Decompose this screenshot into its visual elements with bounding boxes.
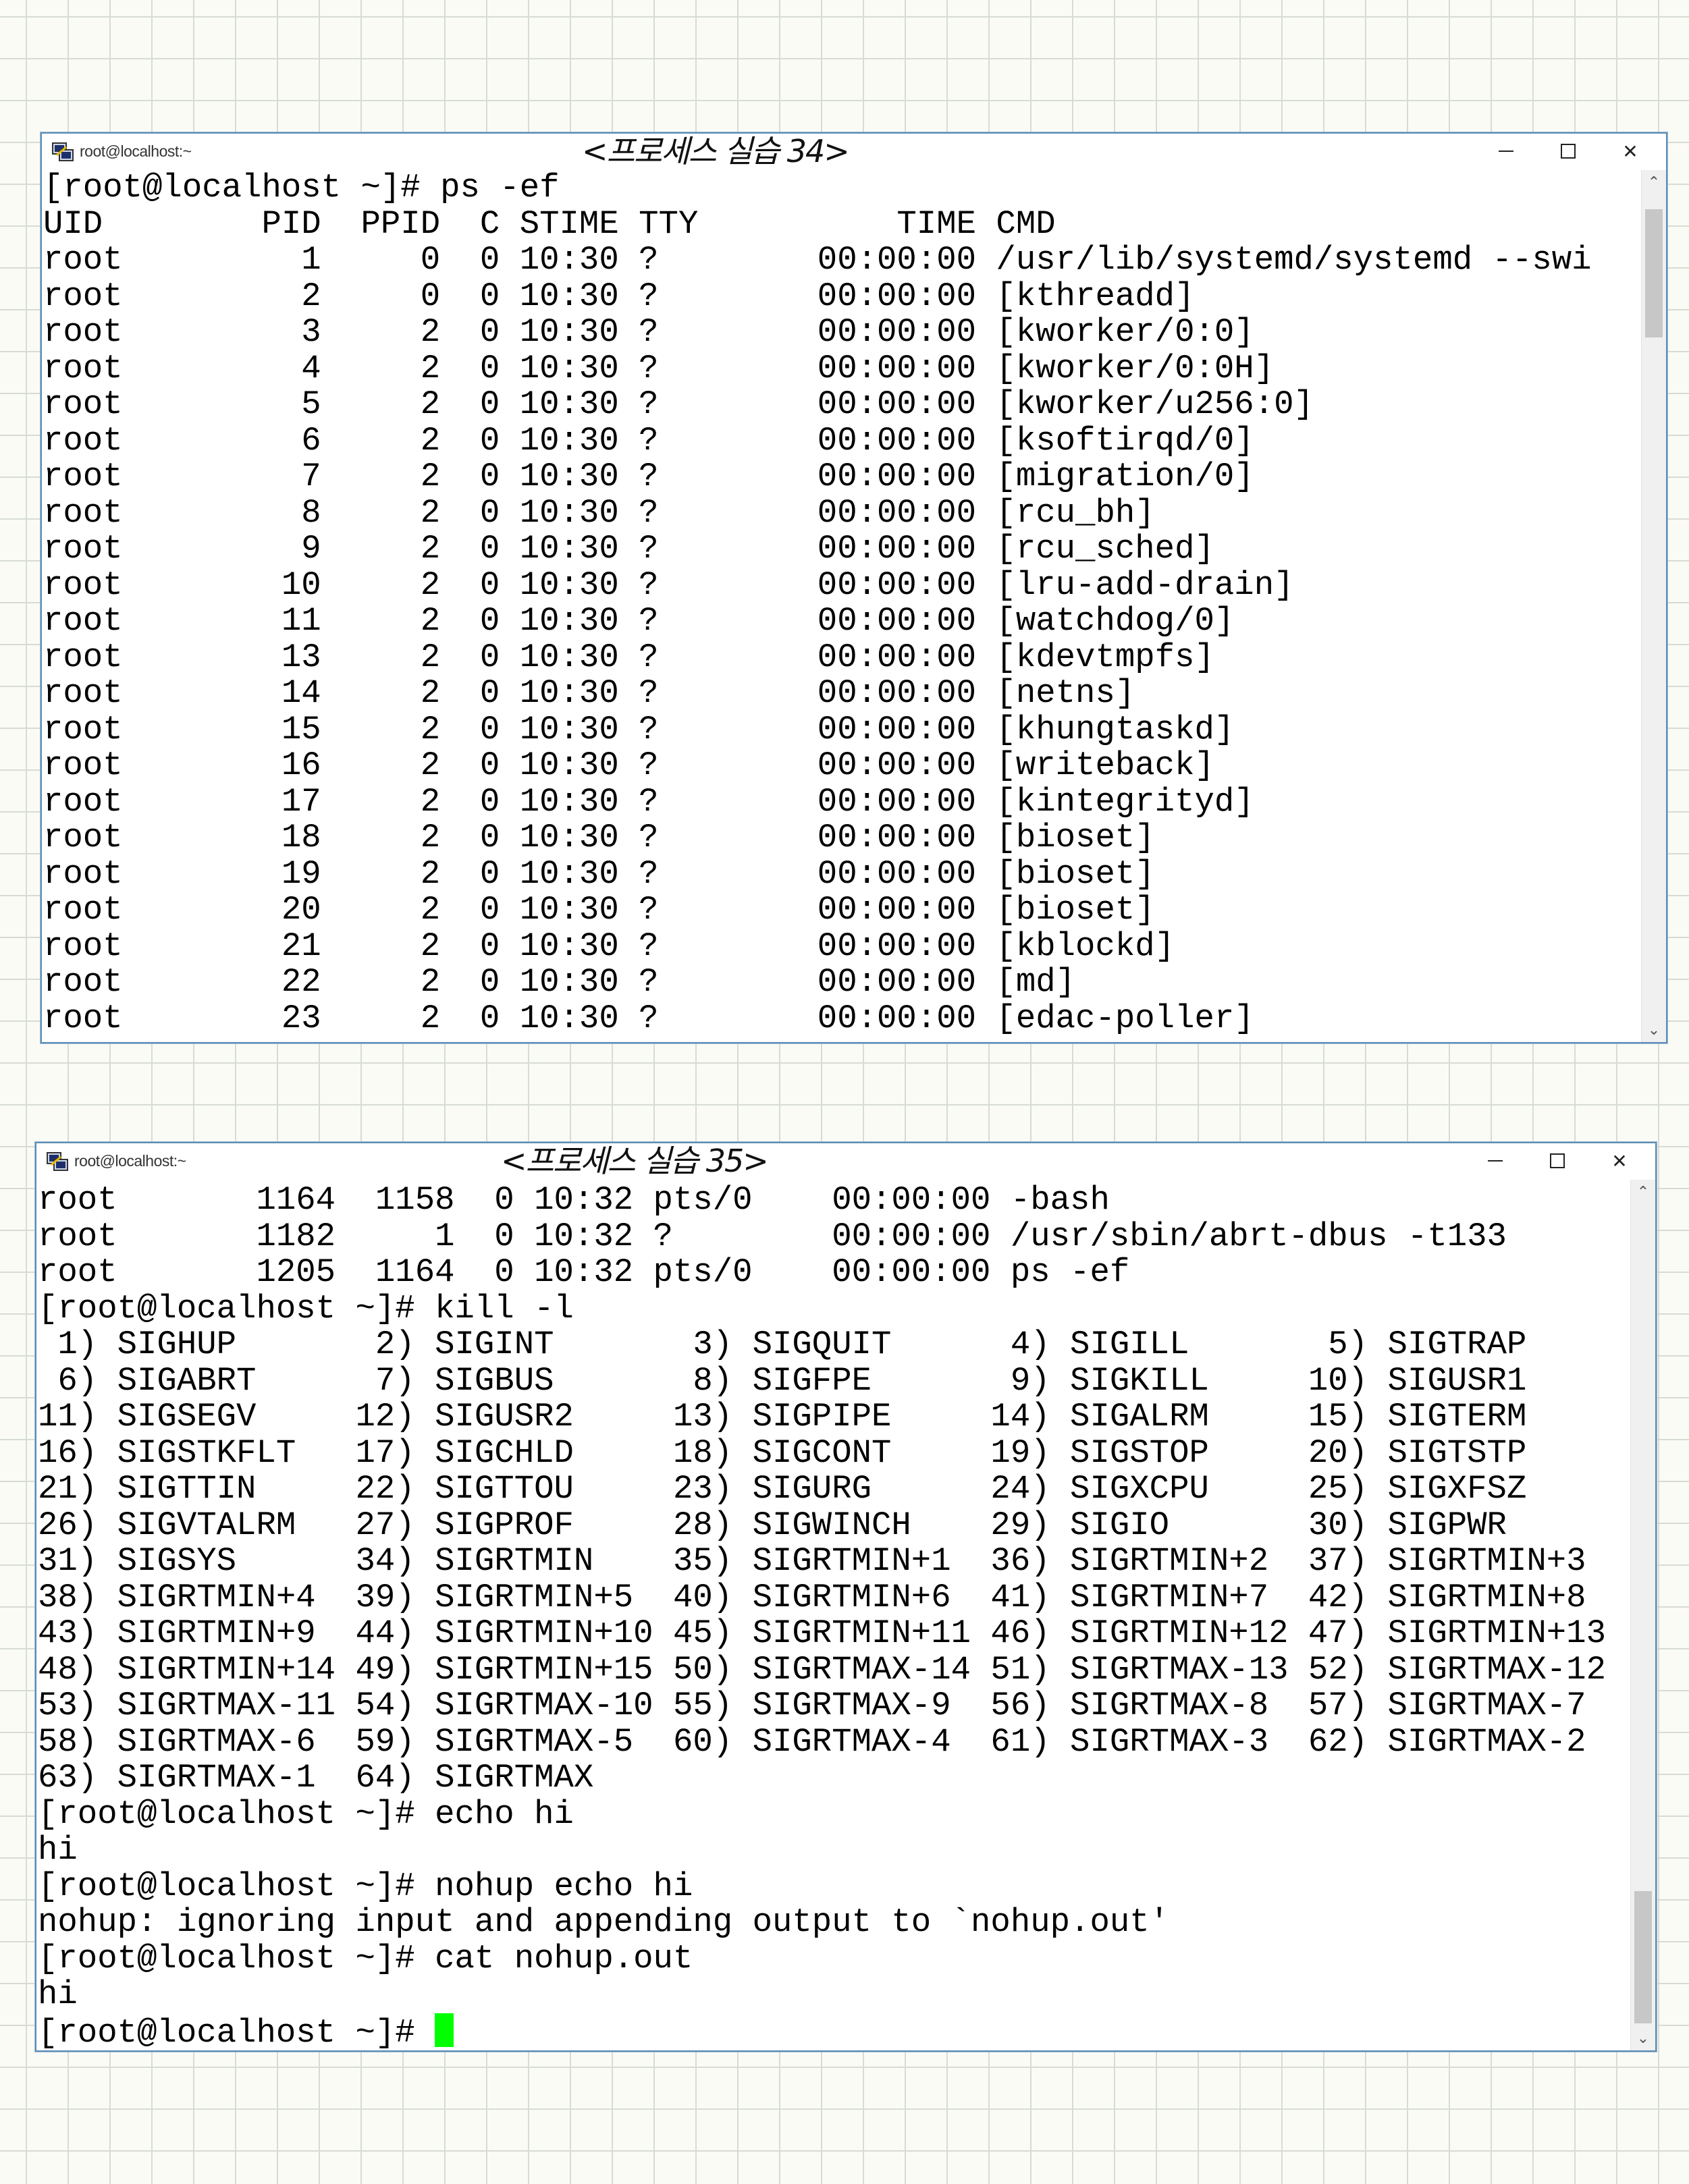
- minimize-button[interactable]: [1472, 1147, 1519, 1174]
- terminal-line: root 4 2 0 10:30 ? 00:00:00 [kworker/0:0…: [43, 349, 1275, 387]
- terminal-line: root 1182 1 0 10:32 ? 00:00:00 /usr/sbin…: [38, 1217, 1507, 1255]
- handwritten-annotation: <프로세스 실습 35>: [501, 1143, 769, 1179]
- terminal-line: [root@localhost ~]# kill -l: [38, 1289, 574, 1328]
- terminal-line: root 11 2 0 10:30 ? 00:00:00 [watchdog/0…: [43, 602, 1235, 640]
- terminal-line: root 14 2 0 10:30 ? 00:00:00 [netns]: [43, 674, 1135, 712]
- scroll-up-icon[interactable]: ⌃: [1631, 1180, 1655, 1204]
- terminal-line: hi: [38, 1975, 78, 2013]
- terminal-line: root 10 2 0 10:30 ? 00:00:00 [lru-add-dr…: [43, 566, 1294, 604]
- terminal-line: root 3 2 0 10:30 ? 00:00:00 [kworker/0:0…: [43, 313, 1254, 351]
- terminal-line: root 16 2 0 10:30 ? 00:00:00 [writeback]: [43, 746, 1214, 784]
- terminal-line: root 21 2 0 10:30 ? 00:00:00 [kblockd]: [43, 927, 1175, 965]
- terminal-line: UID PID PPID C STIME TTY TIME CMD: [43, 204, 1056, 243]
- title-bar[interactable]: root@localhost:~ <프로세스 실습 34> ✕: [42, 133, 1666, 170]
- terminal-line: root 20 2 0 10:30 ? 00:00:00 [bioset]: [43, 891, 1155, 929]
- window-title: root@localhost:~: [80, 142, 192, 160]
- terminal-line: 58) SIGRTMAX-6 59) SIGRTMAX-5 60) SIGRTM…: [38, 1722, 1586, 1761]
- terminal-line: 63) SIGRTMAX-1 64) SIGRTMAX: [38, 1759, 594, 1797]
- close-button[interactable]: ✕: [1607, 138, 1654, 165]
- terminal-line: root 9 2 0 10:30 ? 00:00:00 [rcu_sched]: [43, 530, 1214, 568]
- terminal-line: root 5 2 0 10:30 ? 00:00:00 [kworker/u25…: [43, 385, 1314, 423]
- scrollbar-thumb[interactable]: [1634, 1891, 1652, 2023]
- terminal-output[interactable]: [root@localhost ~]# ps -ef UID PID PPID C…: [43, 170, 1640, 1041]
- terminal-line: 21) SIGTTIN 22) SIGTTOU 23) SIGURG 24) S…: [38, 1470, 1527, 1508]
- terminal-line: root 6 2 0 10:30 ? 00:00:00 [ksoftirqd/0…: [43, 421, 1254, 460]
- terminal-line: nohup: ignoring input and appending outp…: [38, 1903, 1170, 1941]
- terminal-line: root 2 0 0 10:30 ? 00:00:00 [kthreadd]: [43, 277, 1195, 315]
- terminal-line: 38) SIGRTMIN+4 39) SIGRTMIN+5 40) SIGRTM…: [38, 1578, 1586, 1616]
- terminal-window-2: root@localhost:~ <프로세스 실습 35> ✕ root 116…: [35, 1142, 1657, 2052]
- terminal-line: 53) SIGRTMAX-11 54) SIGRTMAX-10 55) SIGR…: [38, 1687, 1586, 1724]
- terminal-line: root 19 2 0 10:30 ? 00:00:00 [bioset]: [43, 854, 1155, 893]
- putty-icon: [52, 142, 74, 161]
- close-icon: ✕: [1611, 1149, 1628, 1172]
- scroll-down-icon[interactable]: ⌄: [1642, 1018, 1666, 1042]
- terminal-line: root 18 2 0 10:30 ? 00:00:00 [bioset]: [43, 819, 1155, 856]
- terminal-line: 1) SIGHUP 2) SIGINT 3) SIGQUIT 4) SIGILL…: [38, 1326, 1527, 1363]
- vertical-scrollbar[interactable]: ⌃ ⌄: [1630, 1180, 1655, 2050]
- terminal-line: root 15 2 0 10:30 ? 00:00:00 [khungtaskd…: [43, 710, 1235, 748]
- title-bar[interactable]: root@localhost:~ <프로세스 실습 35> ✕: [36, 1143, 1655, 1180]
- terminal-line: [root@localhost ~]# ps -ef: [43, 170, 560, 207]
- terminal-line: 11) SIGSEGV 12) SIGUSR2 13) SIGPIPE 14) …: [38, 1398, 1527, 1436]
- terminal-line: [root@localhost ~]# nohup echo hi: [38, 1867, 693, 1905]
- terminal-line: root 13 2 0 10:30 ? 00:00:00 [kdevtmpfs]: [43, 638, 1214, 676]
- scrollbar-thumb[interactable]: [1645, 209, 1663, 337]
- handwritten-annotation: <프로세스 실습 34>: [582, 133, 850, 169]
- terminal-line: root 1205 1164 0 10:32 pts/0 00:00:00 ps…: [38, 1253, 1130, 1291]
- minimize-icon: [1488, 1160, 1503, 1162]
- terminal-line: 26) SIGVTALRM 27) SIGPROF 28) SIGWINCH 2…: [38, 1506, 1507, 1544]
- terminal-line: 48) SIGRTMIN+14 49) SIGRTMIN+15 50) SIGR…: [38, 1650, 1606, 1689]
- prompt-text: [root@localhost ~]#: [38, 2013, 435, 2049]
- maximize-button[interactable]: [1545, 138, 1592, 165]
- terminal-line: 43) SIGRTMIN+9 44) SIGRTMIN+10 45) SIGRT…: [38, 1614, 1606, 1652]
- text-cursor: [435, 2013, 454, 2047]
- maximize-icon: [1561, 144, 1576, 159]
- terminal-window-1: root@localhost:~ <프로세스 실습 34> ✕ [root@lo…: [41, 132, 1667, 1043]
- close-button[interactable]: ✕: [1596, 1147, 1643, 1174]
- terminal-line: root 17 2 0 10:30 ? 00:00:00 [kintegrity…: [43, 782, 1254, 821]
- terminal-line: 6) SIGABRT 7) SIGBUS 8) SIGFPE 9) SIGKIL…: [38, 1361, 1527, 1400]
- terminal-output[interactable]: root 1164 1158 0 10:32 pts/0 00:00:00 -b…: [38, 1182, 1630, 2049]
- terminal-line: 16) SIGSTKFLT 17) SIGCHLD 18) SIGCONT 19…: [38, 1434, 1527, 1472]
- terminal-line: root 1 0 0 10:30 ? 00:00:00 /usr/lib/sys…: [43, 241, 1592, 279]
- terminal-line: 31) SIGSYS 34) SIGRTMIN 35) SIGRTMIN+1 3…: [38, 1542, 1586, 1580]
- terminal-line: [root@localhost ~]# echo hi: [38, 1795, 574, 1833]
- vertical-scrollbar[interactable]: ⌃ ⌄: [1641, 170, 1666, 1042]
- terminal-line: root 1164 1158 0 10:32 pts/0 00:00:00 -b…: [38, 1182, 1110, 1219]
- terminal-line: root 22 2 0 10:30 ? 00:00:00 [md]: [43, 963, 1076, 1001]
- terminal-line: root 8 2 0 10:30 ? 00:00:00 [rcu_bh]: [43, 493, 1155, 532]
- window-title: root@localhost:~: [74, 1152, 186, 1170]
- terminal-line: root 23 2 0 10:30 ? 00:00:00 [edac-polle…: [43, 999, 1254, 1037]
- terminal-line: [root@localhost ~]# cat nohup.out: [38, 1939, 693, 1977]
- close-icon: ✕: [1622, 140, 1638, 163]
- terminal-line: root 7 2 0 10:30 ? 00:00:00 [migration/0…: [43, 458, 1254, 495]
- scroll-up-icon[interactable]: ⌃: [1642, 170, 1666, 194]
- terminal-prompt-line: [root@localhost ~]#: [38, 2013, 1630, 2049]
- scroll-down-icon[interactable]: ⌄: [1631, 2026, 1655, 2050]
- minimize-button[interactable]: [1482, 138, 1530, 165]
- terminal-line: hi: [38, 1831, 78, 1869]
- maximize-button[interactable]: [1534, 1147, 1581, 1174]
- minimize-icon: [1499, 151, 1513, 152]
- putty-icon: [47, 1152, 68, 1171]
- maximize-icon: [1550, 1153, 1565, 1168]
